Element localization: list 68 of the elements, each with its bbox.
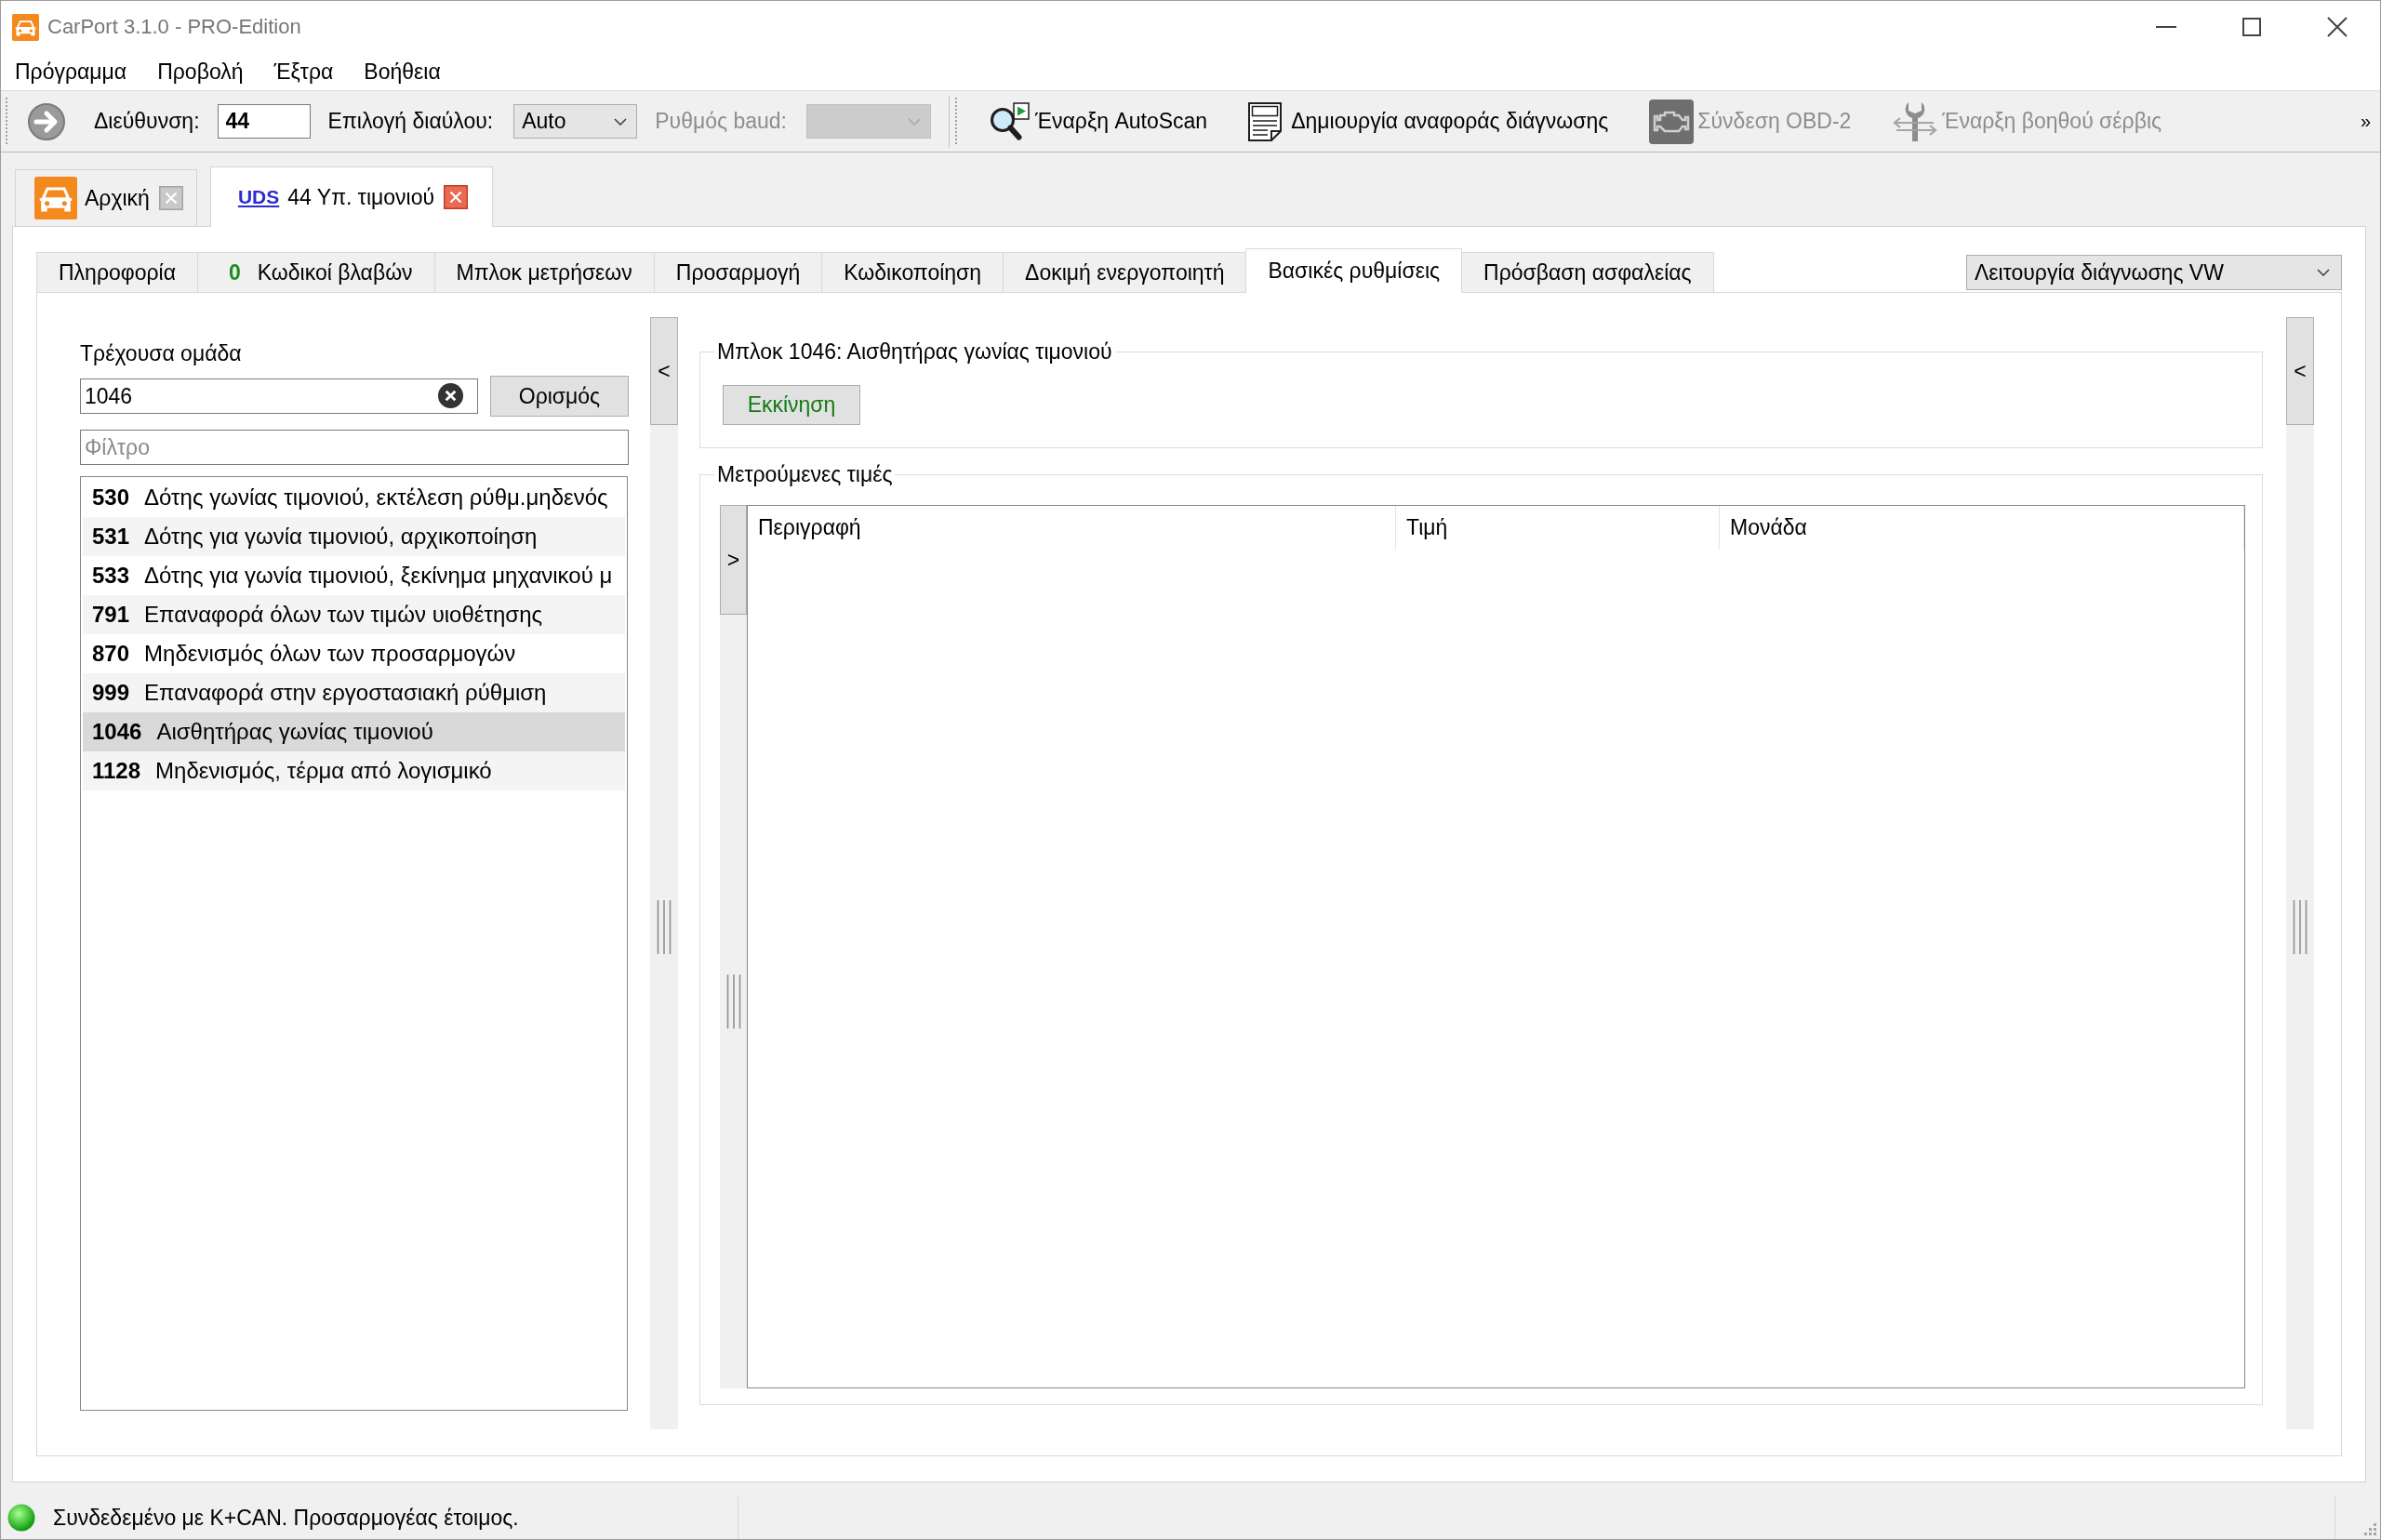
arrow-right-icon[interactable] (28, 102, 65, 140)
tab[interactable]: Πρόσβαση ασφαλείας (1461, 252, 1714, 292)
column-header[interactable]: Περιγραφή (748, 506, 1396, 550)
close-icon[interactable] (2327, 17, 2348, 37)
splitter-bar[interactable]: > (720, 505, 747, 1388)
grip-icon[interactable] (725, 975, 741, 1029)
chevron-down-icon (2317, 269, 2330, 276)
group-title: Μετρούμενες τιμές (716, 462, 894, 486)
create-report-button[interactable]: Δημιουργία αναφοράς διάγνωσης (1248, 101, 1609, 141)
tab[interactable]: 0 Κωδικοί βλαβών (197, 252, 435, 292)
bus-label: Επιλογή διαύλου: (327, 109, 494, 134)
mode-select[interactable]: Λειτουργία διάγνωσης VW (1966, 255, 2342, 290)
overflow-button[interactable]: » (2360, 111, 2371, 132)
splitter-bar[interactable]: < (650, 317, 678, 1429)
expand-button[interactable]: > (720, 505, 747, 615)
car-icon (34, 177, 77, 219)
menu-item[interactable]: Βοήθεια (364, 59, 441, 85)
tab[interactable]: Μπλοκ μετρήσεων (433, 252, 655, 292)
list-item[interactable]: 533 Δότης για γωνία τιμονιού, ξεκίνημα μηχανικού μ (83, 556, 625, 595)
chevron-down-icon (614, 117, 628, 126)
collapse-button[interactable]: < (2286, 317, 2314, 425)
clear-icon[interactable] (437, 382, 464, 409)
magnifier-icon (989, 101, 1031, 141)
column-header[interactable]: Τιμή (1396, 506, 1720, 550)
tab[interactable]: Κωδικοποίηση (821, 252, 1004, 292)
baud-label: Ρυθμός baud: (655, 109, 787, 134)
document-tab[interactable]: UDS 44 Υπ. τιμονιού (209, 166, 493, 227)
current-group-label: Τρέχουσα ομάδα (80, 341, 242, 365)
tab[interactable]: Πληροφορία (36, 252, 198, 292)
toolbar-grip-icon[interactable] (5, 97, 8, 146)
close-icon[interactable] (444, 185, 468, 209)
document-icon (1248, 101, 1283, 141)
menu-item[interactable]: Πρόγραμμα (15, 59, 127, 85)
bus-select[interactable]: Auto (513, 104, 638, 139)
toolbar-grip-icon[interactable] (954, 97, 958, 146)
chevron-down-icon (908, 117, 921, 126)
status-text: Συνδεδεμένο με K+CAN. Προσαρμογέας έτοιμος. (53, 1505, 519, 1531)
address-label: Διεύθυνση: (94, 109, 200, 134)
group-title: Μπλοκ 1046: Αισθητήρας γωνίας τιμονιού (716, 339, 1113, 364)
list-item[interactable]: 530 Δότης γωνίας τιμονιού, εκτέλεση ρύθμ.μηδενός (83, 478, 625, 517)
set-button[interactable]: Ορισμός (490, 376, 629, 417)
engine-icon (1649, 99, 1695, 144)
menu-item[interactable]: Έξτρα (273, 59, 334, 85)
car-icon (12, 13, 39, 41)
list-item[interactable]: 531 Δότης για γωνία τιμονιού, αρχικοποίηση (83, 517, 625, 556)
tab[interactable]: Βασικές ρυθμίσεις (1245, 248, 1463, 293)
start-button[interactable]: Εκκίνηση (723, 385, 860, 425)
column-header[interactable]: Μονάδα (1720, 506, 2244, 550)
list-item[interactable]: 791 Επαναφορά όλων των τιμών υιοθέτησης (83, 595, 625, 634)
tab[interactable]: Δοκιμή ενεργοποιητή (1003, 252, 1247, 292)
window-title: CarPort 3.1.0 - PRO-Edition (47, 15, 301, 39)
autoscan-button[interactable]: Έναρξη AutoScan (989, 101, 1208, 141)
splitter-bar[interactable]: < (2286, 317, 2314, 1429)
document-tab[interactable]: Αρχική (15, 169, 197, 226)
maximize-icon[interactable] (2242, 18, 2261, 36)
grip-icon[interactable] (2293, 900, 2308, 954)
list-item[interactable]: 999 Επαναφορά στην εργοστασιακή ρύθμιση (83, 673, 625, 712)
list-item[interactable]: 1046 Αισθητήρας γωνίας τιμονιού (83, 712, 625, 751)
list-item[interactable]: 870 Μηδενισμός όλων των προσαρμογών (83, 634, 625, 673)
collapse-button[interactable]: < (650, 317, 678, 425)
tab[interactable]: Προσαρμογή (653, 252, 823, 292)
address-field[interactable]: 44 (217, 104, 311, 139)
size-grip-icon[interactable] (2363, 1522, 2376, 1535)
list-item[interactable]: 1128 Μηδενισμός, τέρμα από λογισμικό (83, 751, 625, 790)
grip-icon[interactable] (657, 900, 672, 954)
group-field[interactable]: 1046 (80, 378, 478, 414)
filter-field[interactable]: Φίλτρο (80, 430, 629, 465)
menu-item[interactable]: Προβολή (157, 59, 244, 85)
